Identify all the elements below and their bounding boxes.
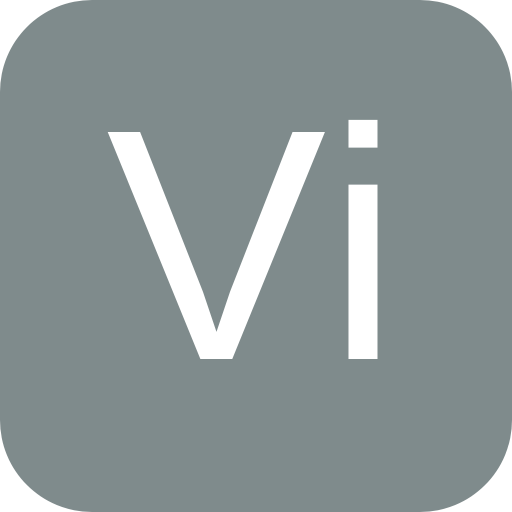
app-icon[interactable]: Vi bbox=[0, 0, 512, 512]
app-icon-label: Vi bbox=[106, 60, 406, 429]
